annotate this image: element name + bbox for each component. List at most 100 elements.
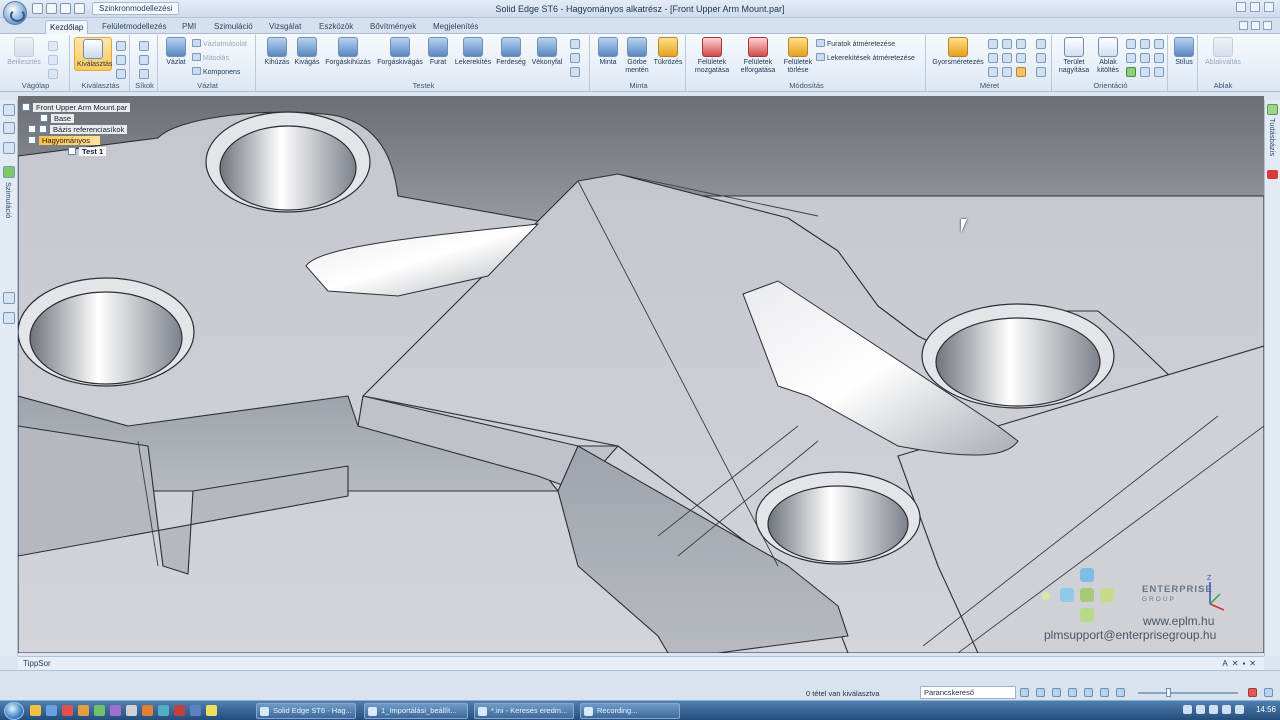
solid-more-3-icon[interactable] bbox=[570, 67, 580, 77]
refresh-view-icon[interactable] bbox=[1126, 67, 1136, 77]
zoom-area-button[interactable]: Terület nagyítása bbox=[1056, 37, 1092, 75]
outlook-icon[interactable] bbox=[46, 705, 57, 716]
simulation-icon[interactable] bbox=[3, 166, 15, 178]
solid-more-2-icon[interactable] bbox=[570, 53, 580, 63]
zoom-area-status-icon[interactable] bbox=[1036, 688, 1045, 697]
zoom-icon[interactable] bbox=[1126, 39, 1136, 49]
layers-icon[interactable] bbox=[3, 122, 15, 134]
tray-icon-2[interactable] bbox=[1195, 705, 1205, 714]
checkbox-icon[interactable] bbox=[39, 125, 47, 133]
rotate-view-icon[interactable] bbox=[1126, 53, 1136, 63]
pathfinder-icon[interactable] bbox=[3, 104, 15, 116]
zoom-slider-handle[interactable] bbox=[1166, 688, 1171, 697]
tree-item-base[interactable]: Base bbox=[40, 114, 75, 124]
app-icon-7[interactable] bbox=[126, 705, 137, 716]
tab-bovitmenyek[interactable]: Bővítmények bbox=[366, 20, 420, 34]
draft-button[interactable]: Ferdeség bbox=[494, 37, 528, 67]
tray-icon-1[interactable] bbox=[1182, 705, 1192, 714]
feature-library-icon[interactable] bbox=[3, 142, 15, 154]
tab-eszkozok[interactable]: Eszközök bbox=[315, 20, 357, 34]
pan-status-icon[interactable] bbox=[1084, 688, 1093, 697]
taskbar-button-recording[interactable]: Recording... bbox=[580, 703, 680, 719]
mirror-button[interactable]: Tükrözés bbox=[652, 37, 684, 67]
select-tools-icon[interactable] bbox=[116, 55, 126, 65]
delete-faces-button[interactable]: Felületek törlése bbox=[780, 37, 816, 75]
taskbar-button-solid-edge[interactable]: Solid Edge ST6 - Hag... bbox=[256, 703, 356, 719]
pin-icon[interactable]: ▪ bbox=[1242, 659, 1245, 668]
maximize-icon[interactable] bbox=[1250, 2, 1260, 12]
format-painter-icon[interactable] bbox=[48, 69, 58, 79]
cut-feature-button[interactable]: Kivágás bbox=[292, 37, 322, 67]
tab-kezdolap[interactable]: Kezdőlap bbox=[45, 20, 89, 34]
view-status-icon[interactable] bbox=[1116, 688, 1125, 697]
tab-szimulacio[interactable]: Szimuláció bbox=[210, 20, 257, 34]
tree-item-traditional[interactable]: Hagyományos bbox=[28, 136, 100, 146]
tray-icon-3[interactable] bbox=[1208, 705, 1218, 714]
dim-radius-icon[interactable] bbox=[1016, 39, 1026, 49]
view-iso-icon[interactable] bbox=[1140, 67, 1150, 77]
app-icon-8[interactable] bbox=[142, 705, 153, 716]
plane-coincident-icon[interactable] bbox=[139, 55, 149, 65]
resize-rounds-button[interactable]: Lekerekítések átméretezése bbox=[816, 53, 915, 63]
smart-dimension-button[interactable]: Gyorsméretezés bbox=[930, 37, 986, 67]
app-icon-10[interactable] bbox=[174, 705, 185, 716]
plane-parallel-icon[interactable] bbox=[139, 69, 149, 79]
rotate-faces-button[interactable]: Felületek elforgatása bbox=[736, 37, 780, 75]
tree-root[interactable]: Front Upper Arm Mount.par bbox=[22, 103, 131, 113]
record-icon[interactable] bbox=[1248, 688, 1257, 697]
resize-holes-button[interactable]: Furatok átméretezése bbox=[816, 39, 895, 49]
app-icon-6[interactable] bbox=[110, 705, 121, 716]
pan-icon[interactable] bbox=[1140, 39, 1150, 49]
clock[interactable]: 14:56 bbox=[1256, 705, 1276, 714]
command-finder-input[interactable]: Parancskereső bbox=[920, 686, 1016, 699]
style-button[interactable]: Stílus bbox=[1171, 37, 1197, 67]
knowledge-base-tab-label[interactable]: Tudásbázis bbox=[1268, 118, 1277, 156]
component-button[interactable]: Komponens bbox=[192, 67, 240, 77]
dim-symmetric-icon[interactable] bbox=[1016, 53, 1026, 63]
solid-more-1-icon[interactable] bbox=[570, 39, 580, 49]
fit-button[interactable]: Ablak kitöltés bbox=[1092, 37, 1124, 75]
dim-angle-icon[interactable] bbox=[1002, 39, 1012, 49]
dim-relate-icon[interactable] bbox=[988, 67, 998, 77]
simulation-tab-label[interactable]: Szimuláció bbox=[4, 182, 13, 218]
tools-icon[interactable] bbox=[3, 312, 15, 324]
taskbar-button-search[interactable]: *.ini - Keresés eredm... bbox=[474, 703, 574, 719]
close-prompt-icon[interactable]: ✕ bbox=[1249, 659, 1256, 668]
media-icon[interactable] bbox=[78, 705, 89, 716]
cut-icon[interactable] bbox=[48, 41, 58, 51]
copy-button[interactable]: Másolás bbox=[192, 53, 229, 63]
app-icon-5[interactable] bbox=[94, 705, 105, 716]
tree-item-body[interactable]: Test 1 bbox=[68, 147, 107, 157]
select-button[interactable]: Kiválasztás bbox=[74, 37, 112, 71]
dim-axis-icon[interactable] bbox=[1002, 53, 1012, 63]
expand-icon[interactable] bbox=[28, 125, 36, 133]
select-mode-icon[interactable] bbox=[116, 69, 126, 79]
pattern-button[interactable]: Minta bbox=[594, 37, 622, 67]
fit-status-icon[interactable] bbox=[1068, 688, 1077, 697]
dim-color-icon[interactable] bbox=[1036, 67, 1046, 77]
plane-icon[interactable] bbox=[139, 41, 149, 51]
text-a-icon[interactable] bbox=[1036, 39, 1046, 49]
thinwall-button[interactable]: Vékonyfal bbox=[528, 37, 566, 67]
help-icon[interactable] bbox=[1239, 21, 1248, 30]
view-front-icon[interactable] bbox=[1140, 53, 1150, 63]
clear-icon[interactable]: ✕ bbox=[1232, 659, 1239, 668]
refresh-icon[interactable] bbox=[1020, 688, 1029, 697]
select-filter-icon[interactable] bbox=[116, 41, 126, 51]
revolve-button[interactable]: Forgáskihúzás bbox=[322, 37, 374, 67]
tab-pmi[interactable]: PMI bbox=[178, 20, 200, 34]
close-doc-icon[interactable] bbox=[1263, 21, 1272, 30]
minimize-icon[interactable] bbox=[1236, 2, 1246, 12]
text-style-icon[interactable] bbox=[1036, 53, 1046, 63]
dim-lock-icon[interactable] bbox=[1002, 67, 1012, 77]
sketch-copy-button[interactable]: Vázlatmásolat bbox=[192, 39, 247, 49]
collapse-icon[interactable] bbox=[28, 136, 36, 144]
zoom-status-icon[interactable] bbox=[1052, 688, 1061, 697]
youtube-icon[interactable] bbox=[1267, 170, 1278, 179]
zoom-slider[interactable] bbox=[1138, 692, 1238, 694]
tab-feluletmodellezes[interactable]: Felületmodellezés bbox=[98, 20, 170, 34]
restore-icon[interactable] bbox=[1251, 21, 1260, 30]
network-icon[interactable] bbox=[1221, 705, 1231, 714]
dim-distance-icon[interactable] bbox=[988, 39, 998, 49]
checkbox-icon[interactable] bbox=[40, 114, 48, 122]
